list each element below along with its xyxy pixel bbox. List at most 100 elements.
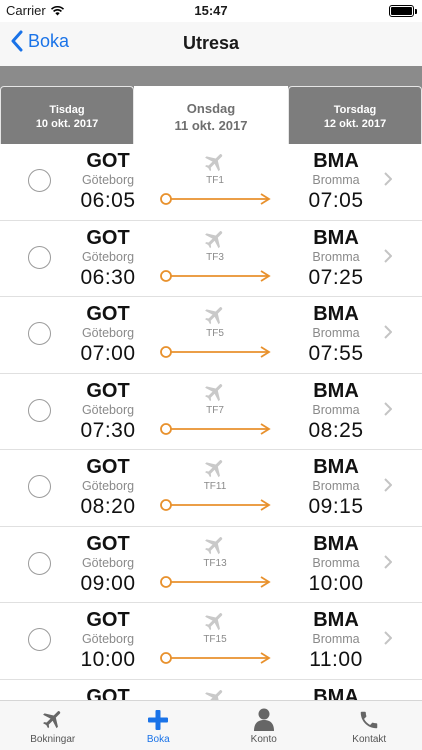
departure-time: 06:05 [80,189,136,212]
departure-time: 08:20 [80,495,136,518]
arrival: BMA Bromma 07:05 [286,144,386,213]
select-radio[interactable] [28,398,51,422]
navigation-bar: Boka Utresa [0,22,422,66]
tab-bar: Bokningar Boka Konto Kontakt [0,700,422,750]
plane-icon [205,307,223,325]
arrival: BMA Bromma 11:00 [286,603,386,672]
departure-city: Göteborg [81,479,135,493]
departure: GOT Göteborg 09:00 [58,527,158,596]
flight-row[interactable]: GOT Göteborg 08:20 TF11 BMA Bromma 09:15 [0,450,422,527]
chevron-right-icon [384,325,392,339]
arrival-city: Bromma [312,555,360,570]
departure-city: Göteborg [81,173,135,187]
flight-row[interactable]: GOT Göteborg 10:00 TF15 BMA Bromma 11:00 [0,603,422,680]
tab-kontakt-label: Kontakt [352,734,387,745]
battery-icon [389,5,417,17]
page-title: Utresa [182,33,240,53]
arrival-city: Bromma [312,249,360,264]
departure-time: 07:30 [80,418,136,442]
date-tab-current[interactable]: Onsdag 11 okt. 2017 [134,86,288,144]
date-tab-current-day: Onsdag [186,101,236,116]
route-arrow-icon [160,422,271,435]
select-radio[interactable] [28,628,51,651]
flight-info: TF5 [158,297,272,373]
departure-code: GOT [86,456,130,478]
flight-row[interactable]: GOT Göteborg 07:00 TF5 BMA Bromma 07:55 [0,297,422,374]
select-radio[interactable] [28,475,51,498]
route-arrow-icon [160,269,271,282]
plane-icon [205,613,223,631]
flight-row[interactable]: GOT BMA [0,680,422,701]
person-icon [253,708,274,731]
arrival-city: Bromma [312,402,360,417]
departure: GOT Göteborg 06:30 [58,221,158,290]
route-arrow-icon [160,193,271,205]
flight-number: TF11 [203,481,227,492]
tab-boka[interactable]: Boka [106,701,212,750]
arrival: BMA Bromma 10:00 [286,527,386,596]
flight-row[interactable]: GOT Göteborg 07:30 TF7 BMA Bromma 08:25 [0,374,422,450]
date-tab-previous-day: Tisdag [49,104,85,116]
flight-row[interactable]: GOT Göteborg 09:00 TF13 BMA Bromma 10:00 [0,527,422,603]
arrival-city: Bromma [312,479,360,493]
select-radio[interactable] [28,169,51,192]
tab-kontakt[interactable]: Kontakt [317,701,422,750]
chevron-right-icon [384,172,392,186]
flight-list[interactable]: GOT Göteborg 06:05 TF1 BMA Bromma 07:05 [0,144,422,700]
select-radio[interactable] [28,322,51,345]
flight-info [158,680,272,700]
flight-row[interactable]: GOT Göteborg 06:05 TF1 BMA Bromma 07:05 [0,144,422,221]
chevron-right-icon [384,478,392,492]
date-tab-previous[interactable]: Tisdag 10 okt. 2017 [0,86,134,144]
arrival-code: BMA [313,226,359,249]
arrival-time: 07:55 [308,342,364,365]
flight-info: TF13 [158,527,272,603]
arrival-code: BMA [313,609,359,631]
date-tab-next-day: Torsdag [333,104,377,116]
route-arrow-icon [160,346,271,358]
tab-konto[interactable]: Konto [211,701,317,750]
route-arrow-icon [160,575,271,588]
departure-time: 09:00 [80,571,136,595]
date-tab-next[interactable]: Torsdag 12 okt. 2017 [288,86,422,144]
chevron-right-icon [384,554,392,569]
arrival: BMA Bromma 08:25 [286,374,386,443]
tab-bokningar[interactable]: Bokningar [0,701,106,750]
date-tab-next-date: 12 okt. 2017 [323,118,387,130]
departure-code: GOT [86,150,130,172]
select-radio[interactable] [28,245,51,269]
arrival: BMA Bromma 07:25 [286,221,386,290]
flight-row[interactable]: GOT Göteborg 06:30 TF3 BMA Bromma 07:25 [0,221,422,297]
arrival: BMA [286,680,386,701]
departure-code: GOT [86,685,130,701]
chevron-right-icon [384,248,392,263]
departure-city: Göteborg [81,632,135,646]
departure-city: Göteborg [81,326,135,340]
departure-time: 07:00 [80,342,136,365]
departure: GOT [58,680,158,701]
route-arrow-icon [160,499,271,511]
flight-number: TF15 [203,634,227,645]
plane-icon [205,383,223,401]
arrival-code: BMA [313,150,359,172]
plane-icon [205,689,223,700]
arrival: BMA Bromma 07:55 [286,297,386,366]
flight-info: TF3 [158,221,272,297]
arrival-code: BMA [313,303,359,325]
arrival-city: Bromma [312,173,360,187]
departure-code: GOT [86,609,130,631]
flight-info: TF1 [158,144,272,220]
arrival-time: 08:25 [308,418,364,442]
status-time: 15:47 [194,3,228,18]
select-radio[interactable] [28,551,51,575]
departure-time: 06:30 [80,265,136,289]
date-tab-previous-date: 10 okt. 2017 [35,118,99,130]
plane-icon [42,711,60,729]
departure-code: GOT [86,379,130,402]
departure: GOT Göteborg 08:20 [58,450,158,519]
departure-code: GOT [86,226,130,249]
date-selector: Tisdag 10 okt. 2017 Onsdag 11 okt. 2017 … [0,66,422,144]
departure-code: GOT [86,532,130,555]
plus-icon [148,710,169,730]
departure: GOT Göteborg 06:05 [58,144,158,213]
